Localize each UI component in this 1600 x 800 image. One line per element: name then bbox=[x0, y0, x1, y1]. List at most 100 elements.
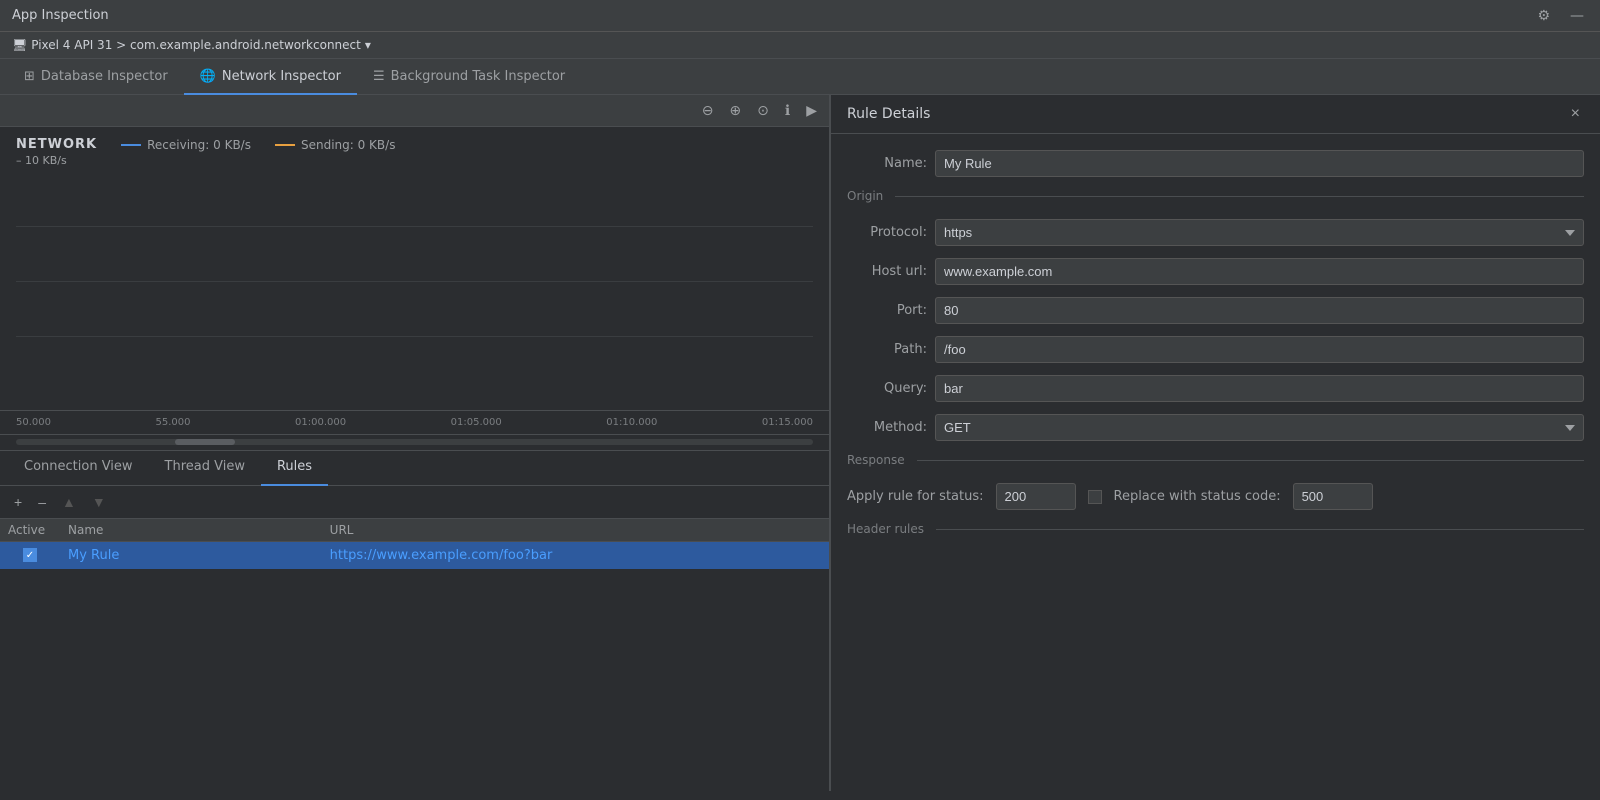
device-chevron[interactable]: ▾ bbox=[365, 38, 371, 52]
timeline-label-3: 01:05.000 bbox=[451, 417, 502, 428]
rule-details-title: Rule Details bbox=[847, 106, 930, 122]
response-divider-line bbox=[917, 460, 1584, 461]
port-input[interactable] bbox=[935, 297, 1584, 324]
port-field-row: Port: bbox=[847, 297, 1584, 324]
tab-database[interactable]: ⊞ Database Inspector bbox=[8, 59, 184, 95]
receiving-label: Receiving: 0 KB/s bbox=[147, 138, 251, 152]
header-active: Active bbox=[0, 523, 60, 537]
tab-network[interactable]: 🌐 Network Inspector bbox=[184, 59, 357, 95]
origin-label: Origin bbox=[847, 189, 883, 203]
protocol-label: Protocol: bbox=[847, 225, 927, 240]
apply-rule-input[interactable] bbox=[996, 483, 1076, 510]
move-down-button[interactable]: ▼ bbox=[86, 492, 112, 512]
remove-rule-button[interactable]: – bbox=[32, 492, 52, 512]
background-icon: ☰ bbox=[373, 69, 385, 84]
response-divider: Response bbox=[847, 453, 1584, 467]
settings-icon[interactable]: ⚙ bbox=[1533, 6, 1554, 26]
host-url-input[interactable] bbox=[935, 258, 1584, 285]
origin-divider-line bbox=[895, 196, 1584, 197]
rule-checkbox[interactable]: ✓ bbox=[23, 548, 37, 562]
query-field-row: Query: bbox=[847, 375, 1584, 402]
method-field-row: Method: GET POST PUT DELETE any bbox=[847, 414, 1584, 441]
host-url-field-row: Host url: bbox=[847, 258, 1584, 285]
play-icon[interactable]: ▶ bbox=[802, 101, 821, 121]
receiving-line bbox=[121, 144, 141, 146]
zoom-in-icon[interactable]: ⊕ bbox=[725, 101, 745, 121]
network-chart: NETWORK Receiving: 0 KB/s Sending: 0 KB/… bbox=[0, 127, 829, 410]
close-rule-details-button[interactable]: × bbox=[1567, 105, 1584, 123]
network-header: NETWORK Receiving: 0 KB/s Sending: 0 KB/… bbox=[16, 137, 813, 152]
tab-rules[interactable]: Rules bbox=[261, 450, 328, 486]
left-panel: ⊖ ⊕ ⊙ ℹ ▶ NETWORK Receiving: 0 KB/s Send… bbox=[0, 95, 830, 791]
name-input[interactable] bbox=[935, 150, 1584, 177]
timeline-bar: 50.000 55.000 01:00.000 01:05.000 01:10.… bbox=[0, 410, 829, 434]
add-rule-button[interactable]: + bbox=[8, 492, 28, 512]
rules-table: Active Name URL ✓ My Rule https://www.ex… bbox=[0, 519, 829, 792]
response-label: Response bbox=[847, 453, 905, 467]
zoom-out-icon[interactable]: ⊖ bbox=[698, 101, 718, 121]
sending-legend: Sending: 0 KB/s bbox=[275, 138, 395, 152]
host-url-label: Host url: bbox=[847, 264, 927, 279]
chart-canvas bbox=[16, 171, 813, 391]
bottom-tabs: Connection View Thread View Rules bbox=[0, 450, 829, 486]
tab-thread-view[interactable]: Thread View bbox=[149, 450, 261, 486]
path-label: Path: bbox=[847, 342, 927, 357]
path-input[interactable] bbox=[935, 336, 1584, 363]
reset-icon[interactable]: ⊙ bbox=[753, 101, 773, 121]
rule-details-content: Name: Origin Protocol: https http any Ho… bbox=[831, 134, 1600, 568]
scrubber-track[interactable] bbox=[16, 439, 813, 445]
timeline-label-1: 55.000 bbox=[156, 417, 191, 428]
rule-name: My Rule bbox=[68, 548, 119, 563]
sending-label: Sending: 0 KB/s bbox=[301, 138, 395, 152]
scrubber-thumb[interactable] bbox=[175, 439, 235, 445]
method-label: Method: bbox=[847, 420, 927, 435]
row-active-col: ✓ bbox=[0, 548, 60, 562]
device-label: Pixel 4 API 31 > com.example.android.net… bbox=[31, 38, 361, 52]
path-field-row: Path: bbox=[847, 336, 1584, 363]
rules-table-header: Active Name URL bbox=[0, 519, 829, 542]
rules-toolbar: + – ▲ ▼ bbox=[0, 486, 829, 519]
move-up-button[interactable]: ▲ bbox=[56, 492, 82, 512]
method-select[interactable]: GET POST PUT DELETE any bbox=[935, 414, 1584, 441]
tab-connection-view[interactable]: Connection View bbox=[8, 450, 149, 486]
chart-toolbar: ⊖ ⊕ ⊙ ℹ ▶ bbox=[0, 95, 829, 127]
timeline-label-5: 01:15.000 bbox=[762, 417, 813, 428]
name-label: Name: bbox=[847, 156, 927, 171]
timeline-label-0: 50.000 bbox=[16, 417, 51, 428]
port-label: Port: bbox=[847, 303, 927, 318]
header-rules-label: Header rules bbox=[847, 522, 924, 536]
replace-label: Replace with status code: bbox=[1114, 489, 1281, 504]
query-label: Query: bbox=[847, 381, 927, 396]
timeline-label-2: 01:00.000 bbox=[295, 417, 346, 428]
rule-details-header: Rule Details × bbox=[831, 95, 1600, 134]
table-row[interactable]: ✓ My Rule https://www.example.com/foo?ba… bbox=[0, 542, 829, 569]
title-bar: App Inspection ⚙ — bbox=[0, 0, 1600, 32]
info-icon[interactable]: ℹ bbox=[781, 101, 794, 121]
scrubber-area[interactable] bbox=[0, 434, 829, 450]
network-icon: 🌐 bbox=[200, 69, 216, 84]
protocol-field-row: Protocol: https http any bbox=[847, 219, 1584, 246]
apply-rule-label: Apply rule for status: bbox=[847, 489, 984, 504]
grid-line-1 bbox=[16, 226, 813, 227]
tab-background[interactable]: ☰ Background Task Inspector bbox=[357, 59, 581, 95]
origin-divider: Origin bbox=[847, 189, 1584, 203]
query-input[interactable] bbox=[935, 375, 1584, 402]
network-scale: – 10 KB/s bbox=[16, 154, 813, 167]
replace-input[interactable] bbox=[1293, 483, 1373, 510]
response-status-row: Apply rule for status: Replace with stat… bbox=[847, 483, 1584, 510]
chart-grid bbox=[16, 171, 813, 391]
header-rules-divider: Header rules bbox=[847, 522, 1584, 536]
timeline-labels: 50.000 55.000 01:00.000 01:05.000 01:10.… bbox=[16, 417, 813, 428]
network-title: NETWORK bbox=[16, 137, 97, 152]
protocol-select[interactable]: https http any bbox=[935, 219, 1584, 246]
name-field-row: Name: bbox=[847, 150, 1584, 177]
main-content: ⊖ ⊕ ⊙ ℹ ▶ NETWORK Receiving: 0 KB/s Send… bbox=[0, 95, 1600, 791]
database-icon: ⊞ bbox=[24, 69, 35, 84]
device-bar: 🖥 Pixel 4 API 31 > com.example.android.n… bbox=[0, 32, 1600, 59]
replace-checkbox[interactable] bbox=[1088, 490, 1102, 504]
grid-line-3 bbox=[16, 336, 813, 337]
receiving-legend: Receiving: 0 KB/s bbox=[121, 138, 251, 152]
header-url: URL bbox=[322, 523, 829, 537]
minimize-icon[interactable]: — bbox=[1566, 6, 1588, 26]
grid-line-2 bbox=[16, 281, 813, 282]
